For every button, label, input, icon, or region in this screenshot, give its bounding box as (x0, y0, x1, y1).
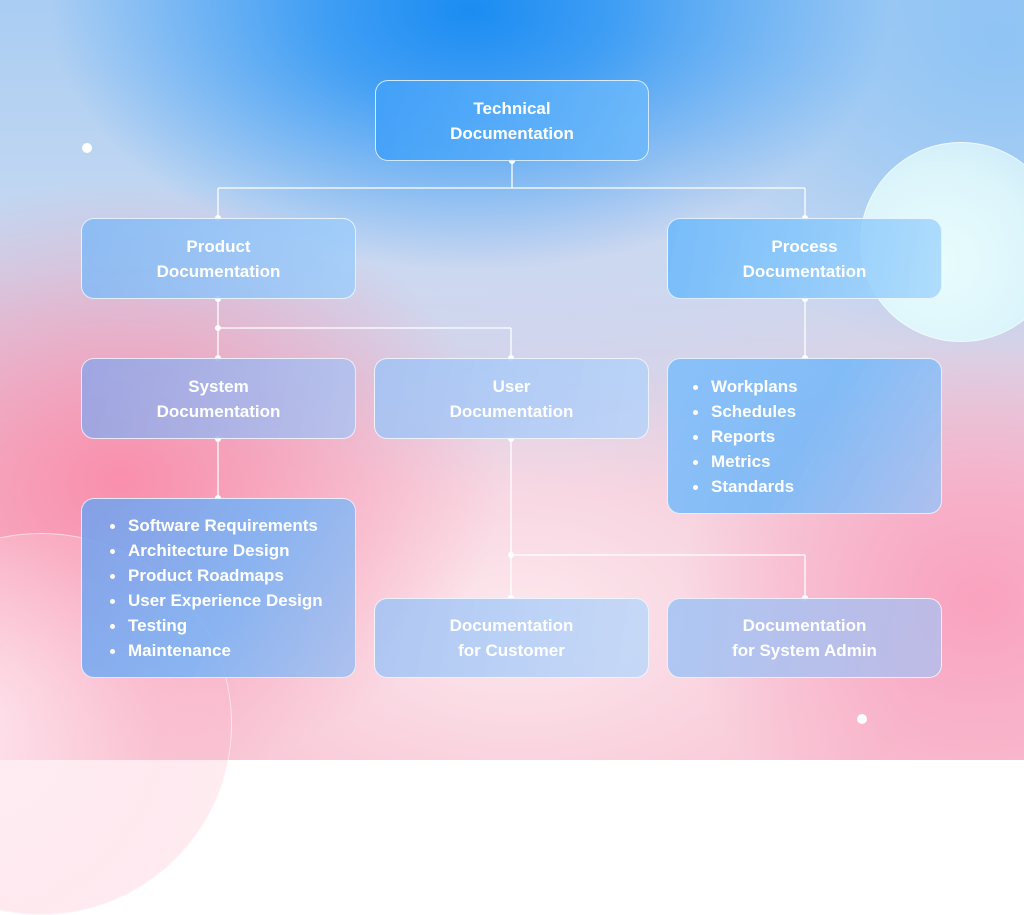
node-label-line: for System Admin (732, 641, 877, 660)
list-item: Testing (110, 613, 323, 638)
list-item: Product Roadmaps (110, 563, 323, 588)
node-label-line: Documentation (449, 401, 574, 421)
connector-node (215, 325, 221, 331)
node-label-line: Process (771, 236, 838, 256)
node-label-line: for Customer (458, 641, 565, 660)
bullet-list: Software Requirements Architecture Desig… (110, 513, 323, 663)
node-label-line: Product (186, 236, 251, 256)
node-documentation-for-customer: Documentation for Customer (374, 598, 649, 678)
list-item: Schedules (693, 399, 798, 424)
node-label-line: User (492, 376, 531, 396)
node-label-line: Documentation (156, 261, 281, 281)
node-process-documentation: Process Documentation (667, 218, 942, 299)
node-label-line: Documentation (450, 123, 574, 143)
list-item: Metrics (693, 449, 798, 474)
node-label-line: Documentation (742, 616, 867, 635)
connector-node (508, 552, 514, 558)
node-system-items-list: Software Requirements Architecture Desig… (81, 498, 356, 678)
bullet-list: Workplans Schedules Reports Metrics Stan… (693, 374, 798, 499)
node-label-line: Documentation (449, 616, 574, 635)
node-system-documentation: System Documentation (81, 358, 356, 439)
node-documentation-for-system-admin: Documentation for System Admin (667, 598, 942, 678)
node-label-line: Documentation (742, 261, 867, 281)
list-item: Workplans (693, 374, 798, 399)
node-technical-documentation: Technical Documentation (375, 80, 649, 161)
list-item: Standards (693, 474, 798, 499)
node-user-documentation: User Documentation (374, 358, 649, 439)
node-product-documentation: Product Documentation (81, 218, 356, 299)
list-item: Reports (693, 424, 798, 449)
list-item: User Experience Design (110, 588, 323, 613)
node-label-line: System (188, 376, 249, 396)
node-label-line: Technical (473, 98, 551, 118)
list-item: Maintenance (110, 638, 323, 663)
list-item: Software Requirements (110, 513, 323, 538)
node-process-items-list: Workplans Schedules Reports Metrics Stan… (667, 358, 942, 514)
list-item: Architecture Design (110, 538, 323, 563)
node-label-line: Documentation (156, 401, 281, 421)
